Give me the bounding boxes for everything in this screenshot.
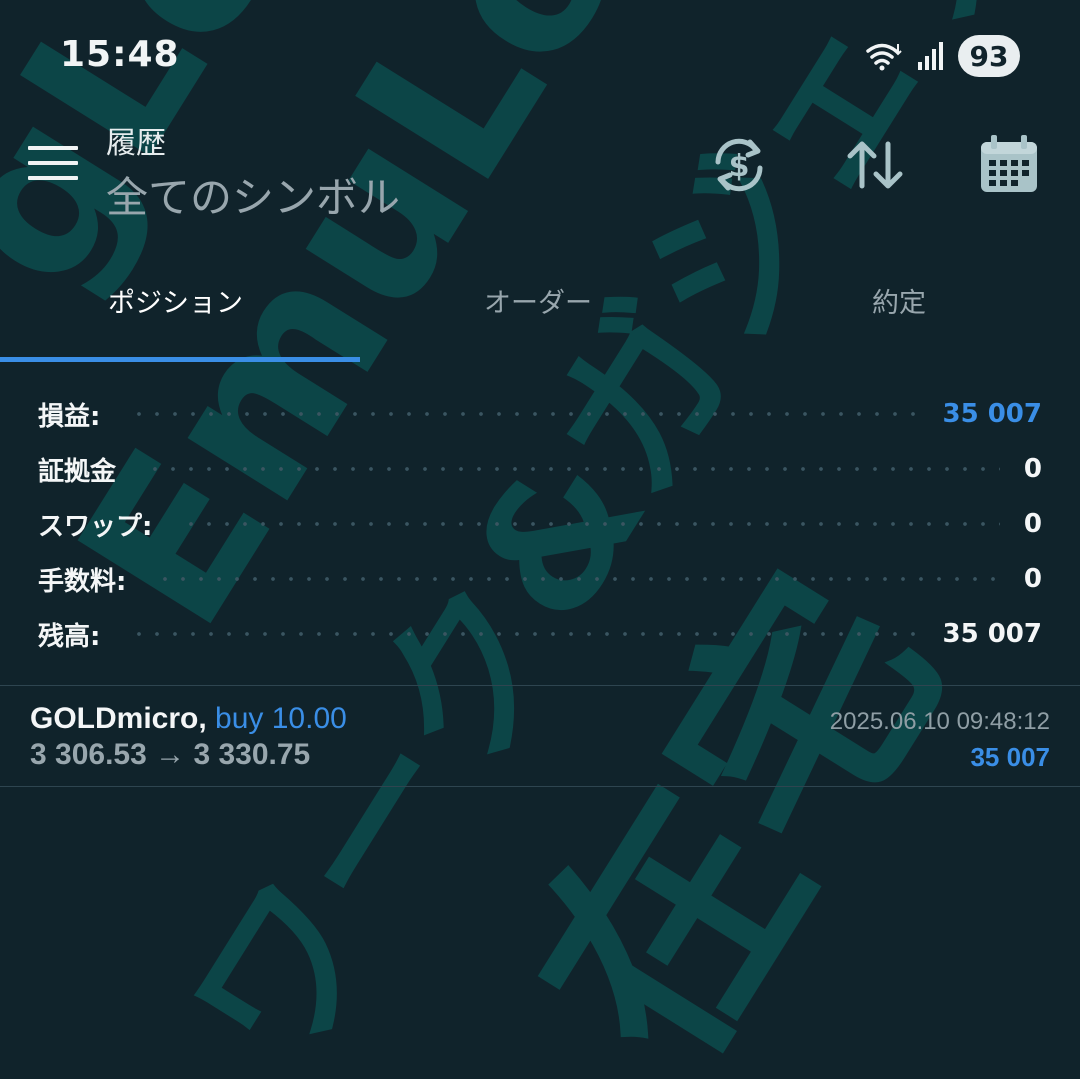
summary-value: 35 007 [942,399,1042,429]
tab-deals[interactable]: 約定 [872,284,926,324]
tab-positions[interactable]: ポジション [108,284,243,324]
dotted-leader [182,522,1000,526]
sort-icon[interactable] [840,130,910,200]
wifi-icon [866,43,902,71]
summary-row-balance: 残高: 35 007 [38,614,1042,654]
dotted-leader [130,412,919,416]
deal-profit: 35 007 [970,742,1050,772]
deal-list-item[interactable]: GOLDmicro, buy 10.00 3 306.53 → 3 330.75… [0,686,1080,786]
status-time: 15:48 [60,34,180,75]
deal-side-volume: buy 10.00 [215,702,347,735]
tab-orders[interactable]: オーダー [484,284,592,324]
tab-indicator [0,357,360,362]
page-title: 履歴 [106,126,166,161]
signal-icon [918,42,943,70]
battery-indicator: 93 [958,35,1020,77]
summary-label: スワップ: [38,511,153,542]
summary-label: 手数料: [38,566,127,597]
summary-row-commission: 手数料: 0 [38,559,1042,599]
dotted-leader [130,632,919,636]
deal-title: GOLDmicro, buy 10.00 [30,702,347,736]
status-icons: 93 [864,34,1020,78]
calendar-icon[interactable] [974,130,1044,200]
summary-label: 証拠金 [38,456,117,487]
menu-icon[interactable] [28,146,78,182]
deal-symbol: GOLDmicro, [30,702,207,735]
dollar-refresh-icon[interactable]: $ [704,130,774,200]
deal-time: 2025.06.10 09:48:12 [829,708,1050,735]
deal-prices: 3 306.53 → 3 330.75 [30,738,311,771]
dotted-leader [156,577,1000,581]
summary-value: 0 [1023,454,1042,484]
summary-value: 0 [1023,509,1042,539]
summary-label: 残高: [38,621,101,652]
divider [0,786,1080,787]
symbol-filter[interactable]: 全てのシンボル [106,164,400,225]
summary-value: 35 007 [942,619,1042,649]
summary-row-profit: 損益: 35 007 [38,394,1042,434]
summary-row-margin: 証拠金 0 [38,449,1042,489]
svg-text:$: $ [729,149,750,184]
summary-value: 0 [1023,564,1042,594]
dotted-leader [146,467,1000,471]
summary-row-swap: スワップ: 0 [38,504,1042,544]
summary-label: 損益: [38,401,101,432]
